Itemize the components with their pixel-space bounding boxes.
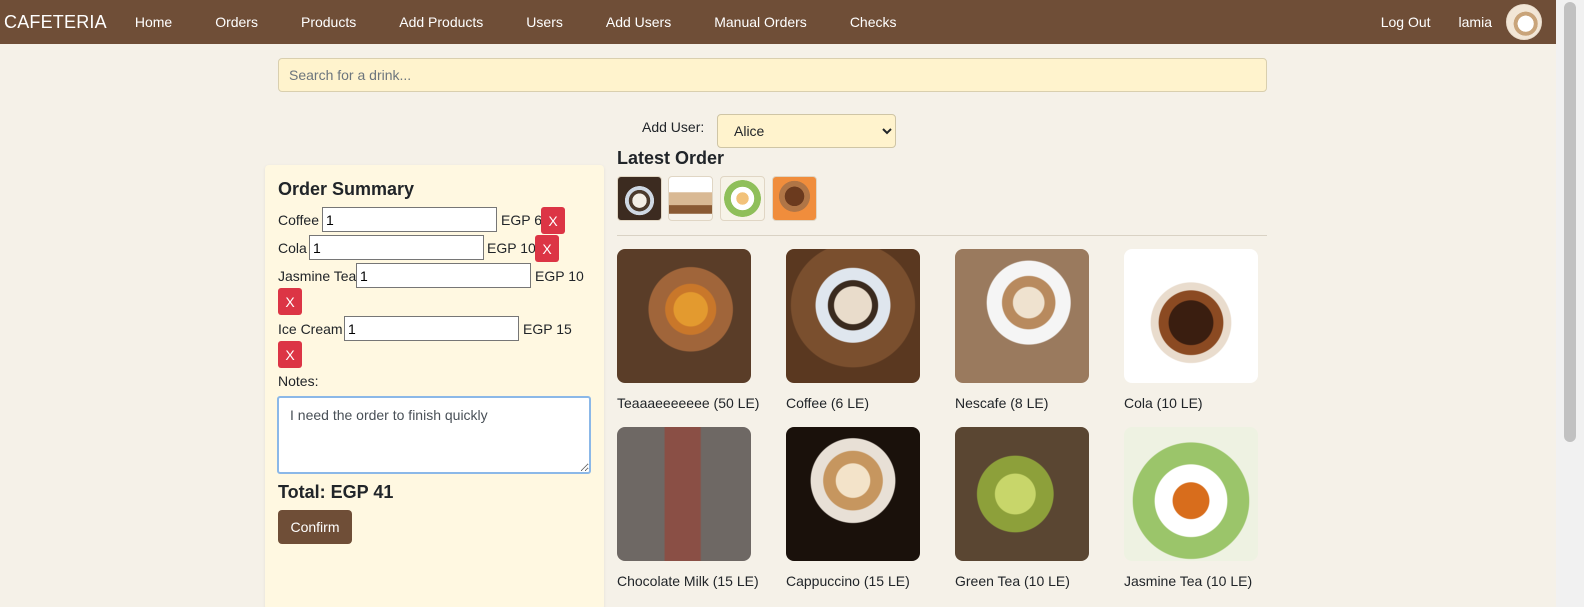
product-label[interactable]: Nescafe (8 LE) [955, 395, 1048, 411]
order-summary-panel: Order Summary Coffee EGP 6 X Cola EGP 10… [265, 165, 604, 607]
product-image[interactable] [1124, 427, 1258, 561]
product-image[interactable] [786, 427, 920, 561]
product-image[interactable] [786, 249, 920, 383]
page-scrollbar[interactable] [1556, 0, 1584, 607]
latest-order-thumbnail[interactable] [617, 176, 662, 221]
order-item-price: EGP 6 [501, 212, 542, 228]
latest-order-thumbnail[interactable] [668, 176, 713, 221]
nav-add-products[interactable]: Add Products [399, 14, 483, 30]
order-item-name: Jasmine Tea [278, 268, 357, 284]
username-label: lamia [1458, 14, 1492, 30]
product-label[interactable]: Green Tea (10 LE) [955, 573, 1070, 589]
product-label[interactable]: Coffee (6 LE) [786, 395, 869, 411]
nav-checks[interactable]: Checks [850, 14, 897, 30]
latest-order-thumbnail[interactable] [720, 176, 765, 221]
notes-textarea[interactable]: I need the order to finish quickly [277, 396, 591, 474]
product-label[interactable]: Jasmine Tea (10 LE) [1124, 573, 1252, 589]
product-label[interactable]: Cappuccino (15 LE) [786, 573, 910, 589]
latest-order-title: Latest Order [617, 148, 725, 168]
order-item-price: EGP 10 [535, 268, 584, 284]
avatar[interactable] [1506, 4, 1542, 40]
latest-order-thumbnail[interactable] [772, 176, 817, 221]
quantity-input[interactable] [344, 316, 519, 341]
remove-item-button[interactable]: X [535, 235, 559, 262]
logout-link[interactable]: Log Out [1381, 14, 1431, 30]
product-label[interactable]: Teaaaeeeeeee (50 LE) [617, 395, 759, 411]
order-item-price: EGP 10 [487, 240, 536, 256]
scrollbar-thumb[interactable] [1564, 2, 1576, 442]
order-item-name: Coffee [278, 212, 319, 228]
notes-label: Notes: [278, 373, 319, 389]
add-user-label: Add User: [642, 119, 705, 135]
order-total: Total: EGP 41 [278, 482, 394, 502]
search-input[interactable] [278, 58, 1267, 92]
brand-logo[interactable]: CAFETERIA [4, 12, 107, 33]
product-image[interactable] [955, 249, 1089, 383]
confirm-button[interactable]: Confirm [278, 510, 352, 544]
section-divider [617, 235, 1267, 236]
nav-add-users[interactable]: Add Users [606, 14, 671, 30]
quantity-input[interactable] [309, 235, 484, 260]
product-image[interactable] [955, 427, 1089, 561]
user-select[interactable]: Alice [717, 114, 896, 148]
quantity-input[interactable] [322, 207, 497, 232]
order-summary-title: Order Summary [278, 179, 415, 199]
nav-users[interactable]: Users [526, 14, 563, 30]
remove-item-button[interactable]: X [541, 207, 565, 234]
nav-home[interactable]: Home [135, 14, 172, 30]
remove-item-button[interactable]: X [278, 288, 302, 315]
navbar: CAFETERIA Home Orders Products Add Produ… [0, 0, 1556, 44]
nav-manual-orders[interactable]: Manual Orders [714, 14, 807, 30]
product-image[interactable] [1124, 249, 1258, 383]
product-image[interactable] [617, 249, 751, 383]
nav-orders[interactable]: Orders [215, 14, 258, 30]
order-item-name: Cola [278, 240, 307, 256]
product-image[interactable] [617, 427, 751, 561]
nav-products[interactable]: Products [301, 14, 356, 30]
order-item-price: EGP 15 [523, 321, 572, 337]
product-label[interactable]: Cola (10 LE) [1124, 395, 1203, 411]
quantity-input[interactable] [356, 263, 531, 288]
product-label[interactable]: Chocolate Milk (15 LE) [617, 573, 759, 589]
order-item-name: Ice Cream [278, 321, 343, 337]
remove-item-button[interactable]: X [278, 341, 302, 368]
